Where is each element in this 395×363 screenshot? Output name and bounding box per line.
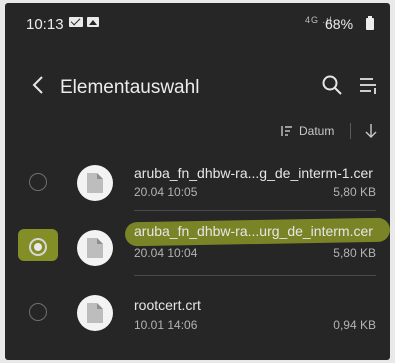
battery-icon [366,16,374,30]
page-title: Elementauswahl [60,77,200,98]
back-arrow-icon[interactable] [27,73,51,97]
list-menu-icon[interactable] [359,75,377,95]
file-name: aruba_fn_dhbw-ra...g_de_interm-1.cer [134,165,373,181]
file-date: 20.04 10:04 [134,246,198,260]
phone-screen: 10:13 4G .ıl 68% Elementauswahl Datum ar… [5,3,390,360]
file-row[interactable]: aruba_fn_dhbw-ra...g_de_interm-1.cer 20.… [5,153,390,217]
file-icon [77,295,113,331]
file-name: aruba_fn_dhbw-ra...urg_de_interm.cer [134,223,373,239]
file-radio-selected[interactable] [29,238,47,256]
file-radio[interactable] [29,303,47,321]
file-icon [77,165,113,201]
status-time: 10:13 [26,16,64,33]
gallery-icon [87,17,99,27]
file-radio[interactable] [29,173,47,191]
status-bar: 10:13 4G .ıl 68% [5,3,390,37]
sort-label[interactable]: Datum [299,124,334,138]
file-icon [77,230,113,266]
sort-icon[interactable] [279,125,293,137]
file-size: 5,80 KB [333,185,376,199]
mail-icon [69,17,83,27]
file-name: rootcert.crt [134,297,201,313]
list-divider [134,275,376,276]
list-divider [134,210,376,211]
sort-divider [350,123,351,139]
file-row[interactable]: rootcert.crt 10.01 14:06 0,94 KB [5,283,390,347]
file-row[interactable]: aruba_fn_dhbw-ra...urg_de_interm.cer 20.… [5,216,390,280]
file-date: 10.01 14:06 [134,318,198,332]
sort-bar: Datum [5,117,390,145]
search-icon[interactable] [321,74,343,96]
arrow-down-icon[interactable] [365,123,377,139]
file-size: 0,94 KB [333,318,376,332]
file-date: 20.04 10:05 [134,185,198,199]
battery-percentage: 68% [325,16,354,32]
file-size: 5,80 KB [333,246,376,260]
app-bar: Elementauswahl [5,61,390,109]
